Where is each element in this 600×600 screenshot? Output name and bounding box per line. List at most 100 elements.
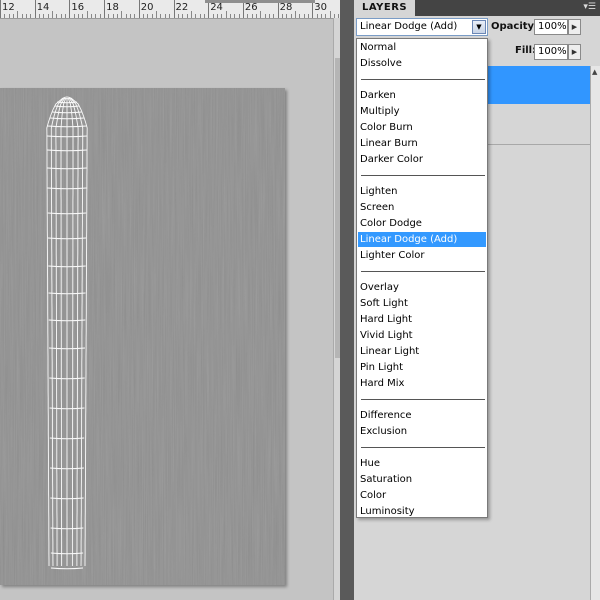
ruler-tick-minor: [13, 14, 14, 18]
ruler-tick-minor: [281, 14, 283, 18]
blend-mode-option[interactable]: Darker Color: [358, 152, 486, 167]
blend-mode-option[interactable]: Color Dodge: [358, 216, 486, 231]
ruler-tick-minor: [169, 14, 171, 18]
ruler-tick-minor: [30, 14, 32, 18]
blend-mode-dropdown-list: Normal Dissolve Darken Multiply Color Burn Li…: [356, 38, 488, 518]
blend-mode-option[interactable]: Soft Light: [358, 296, 486, 311]
ruler-tick-minor: [134, 14, 136, 18]
ruler-tick-minor: [17, 11, 19, 18]
layer-row[interactable]: [488, 104, 590, 145]
blend-mode-select[interactable]: Linear Dodge (Add) ▼: [356, 18, 488, 36]
ruler-label: 22: [175, 2, 189, 13]
ruler-tick-minor: [47, 14, 49, 18]
ruler-tick-minor: [307, 14, 309, 18]
layer-row-selected[interactable]: [488, 66, 590, 104]
ruler-tick-minor: [286, 14, 288, 18]
ruler-label: 12: [2, 2, 15, 13]
blend-mode-option[interactable]: Hard Mix: [358, 376, 486, 391]
ruler-tick-major: [0, 0, 1, 18]
ruler-tick-minor: [234, 14, 236, 18]
ruler-label: 24: [210, 2, 223, 13]
blend-mode-option[interactable]: Linear Light: [358, 344, 486, 359]
blend-mode-option[interactable]: Darken: [358, 88, 486, 103]
ruler-tick-minor: [156, 11, 158, 18]
ruler-tick-minor: [316, 14, 318, 18]
document-canvas[interactable]: [0, 88, 285, 585]
blend-mode-option[interactable]: Saturation: [358, 472, 486, 487]
ruler-tick-minor: [164, 14, 166, 18]
ruler-label: 16: [71, 2, 85, 13]
blend-mode-option[interactable]: Color Burn: [358, 120, 486, 135]
blend-mode-option[interactable]: Overlay: [358, 280, 486, 295]
ruler-tick-minor: [160, 14, 162, 18]
ruler-tick-minor: [299, 14, 301, 18]
blend-mode-option[interactable]: Pin Light: [358, 360, 486, 375]
opacity-slider-toggle-icon[interactable]: ▶: [568, 19, 581, 35]
ruler-tick-major: [173, 0, 175, 18]
ruler-tick-major: [138, 0, 140, 18]
blend-mode-option[interactable]: Hue: [358, 456, 486, 471]
scroll-up-icon[interactable]: ▲: [592, 68, 597, 76]
ruler-tick-minor: [203, 14, 205, 18]
ruler-tick-minor: [73, 14, 75, 18]
ruler-tick-minor: [65, 14, 67, 18]
blend-mode-option[interactable]: Difference: [358, 408, 486, 423]
blend-mode-option[interactable]: Lighten: [358, 184, 486, 199]
ruler-tick-major: [69, 0, 71, 18]
ruler-label: 18: [106, 2, 119, 13]
menu-divider: [361, 447, 485, 448]
blend-mode-option[interactable]: Linear Burn: [358, 136, 486, 151]
menu-divider: [361, 175, 485, 176]
ruler-label: 20: [140, 2, 154, 13]
ruler-tick-minor: [260, 11, 262, 18]
ruler-tick-minor: [238, 14, 240, 18]
blend-mode-option[interactable]: Color: [358, 488, 486, 503]
blend-mode-option[interactable]: Dissolve: [358, 56, 486, 71]
menu-divider: [361, 271, 485, 272]
opacity-label: Opacity:: [491, 21, 539, 32]
fill-slider-toggle-icon[interactable]: ▶: [568, 44, 581, 60]
ruler-tick-minor: [108, 14, 110, 18]
ruler-tick-minor: [303, 14, 305, 18]
ruler-tick-minor: [91, 14, 93, 18]
opacity-input[interactable]: 100%: [534, 19, 568, 35]
blend-mode-option[interactable]: Luminosity: [358, 504, 486, 519]
chevron-down-icon[interactable]: ▼: [472, 20, 486, 34]
blend-mode-option[interactable]: Linear Dodge (Add): [358, 232, 486, 247]
ruler-tick-minor: [177, 14, 179, 18]
panel-scrollbar[interactable]: ▲: [590, 66, 600, 600]
ruler-tick-minor: [320, 14, 322, 18]
blend-mode-option[interactable]: Exclusion: [358, 424, 486, 439]
layers-panel: LAYERS ▾☰ Linear Dodge (Add) ▼ Opacity: …: [354, 0, 600, 600]
ruler-tick-minor: [212, 14, 214, 18]
document-tab-strip: [205, 0, 315, 3]
ruler-tick-minor: [147, 14, 149, 18]
ruler-tick-minor: [52, 11, 54, 18]
ruler-tick-minor: [121, 11, 123, 18]
panel-divider: [340, 0, 354, 600]
ruler-tick-minor: [247, 14, 249, 18]
fill-input[interactable]: 100%: [534, 44, 568, 60]
ruler-tick-minor: [229, 14, 231, 18]
ruler-tick-minor: [26, 14, 28, 18]
blend-mode-option[interactable]: Lighter Color: [358, 248, 486, 263]
ruler-tick-minor: [143, 14, 145, 18]
blend-mode-option[interactable]: Normal: [358, 40, 486, 55]
ruler-tick-minor: [268, 14, 270, 18]
ruler-tick-minor: [112, 14, 114, 18]
ruler-tick-minor: [86, 11, 88, 18]
ruler-tick-minor: [125, 14, 127, 18]
tab-layers[interactable]: LAYERS: [354, 0, 416, 16]
ruler-tick-minor: [151, 14, 153, 18]
panel-menu-icon[interactable]: ▾☰: [583, 2, 596, 12]
blend-mode-option[interactable]: Screen: [358, 200, 486, 215]
ruler-tick-minor: [199, 14, 201, 18]
ruler-label: 14: [36, 2, 50, 13]
canvas-artwork: [0, 88, 285, 585]
ruler-tick-minor: [251, 14, 253, 18]
blend-mode-option[interactable]: Hard Light: [358, 312, 486, 327]
blend-mode-option[interactable]: Multiply: [358, 104, 486, 119]
ruler-tick-minor: [290, 14, 292, 18]
blend-mode-option[interactable]: Vivid Light: [358, 328, 486, 343]
ruler-tick-minor: [225, 11, 227, 18]
